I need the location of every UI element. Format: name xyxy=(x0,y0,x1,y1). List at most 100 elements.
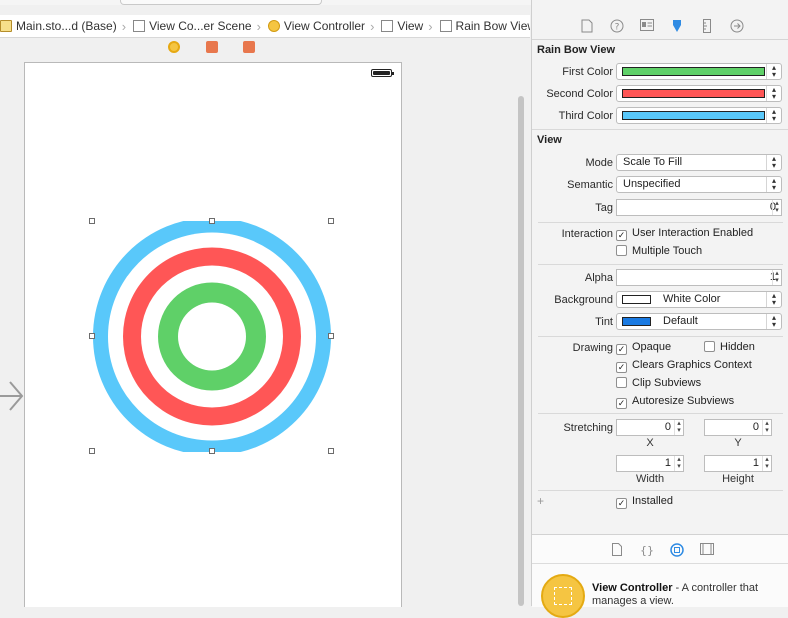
stretch-width-field[interactable]: 1 ▴ ▾ xyxy=(616,455,684,472)
library-item-title: View Controller xyxy=(592,582,673,594)
add-variation-button[interactable]: + xyxy=(537,494,544,508)
identity-inspector-icon[interactable] xyxy=(640,19,654,33)
storyboard-file-icon xyxy=(0,20,12,32)
section-divider xyxy=(532,129,788,130)
connections-inspector-icon[interactable] xyxy=(730,19,744,33)
section-divider xyxy=(538,264,783,265)
mode-popup[interactable]: Scale To Fill ▴ ▾ xyxy=(616,154,782,171)
checkbox-empty-icon xyxy=(616,245,627,256)
opaque-text: Opaque xyxy=(632,341,672,353)
entry-point-arrow-icon[interactable] xyxy=(0,376,24,416)
user-interaction-checkbox[interactable]: ✓ User Interaction Enabled xyxy=(616,227,753,241)
semantic-value: Unspecified xyxy=(623,178,681,190)
crumb-view[interactable]: View › xyxy=(381,19,437,34)
crumb-view-label: View xyxy=(397,19,424,33)
resize-handle-bottom-left[interactable] xyxy=(89,448,95,454)
third-color-popup[interactable]: ▴ ▾ xyxy=(616,107,782,124)
stretch-x-caption: X xyxy=(646,437,654,449)
second-color-popup[interactable]: ▴ ▾ xyxy=(616,85,782,102)
clip-subviews-text: Clip Subviews xyxy=(632,377,702,389)
field-stepper-icon[interactable]: ▴ ▾ xyxy=(772,270,781,285)
code-snippet-icon[interactable]: {} xyxy=(640,543,654,557)
stretch-height-value: 1 xyxy=(752,457,759,469)
crumb-scene-label: View Co...er Scene xyxy=(149,19,252,33)
stretch-y-caption: Y xyxy=(734,437,742,449)
checkbox-empty-icon xyxy=(616,377,627,388)
field-stepper-icon[interactable]: ▴ ▾ xyxy=(762,420,771,435)
stretch-y-field[interactable]: 0 ▴ ▾ xyxy=(704,419,772,436)
popup-stepper-icon: ▴ ▾ xyxy=(766,177,781,192)
second-color-label: Second Color xyxy=(546,88,613,100)
resize-handle-bottom[interactable] xyxy=(209,448,215,454)
checkmark-icon: ✓ xyxy=(616,498,627,509)
file-inspector-icon[interactable] xyxy=(580,19,594,33)
first-color-popup[interactable]: ▴ ▾ xyxy=(616,63,782,80)
field-stepper-icon[interactable]: ▴ ▾ xyxy=(772,200,781,215)
object-library-icon[interactable] xyxy=(670,543,684,557)
first-color-swatch xyxy=(622,67,765,76)
section-divider xyxy=(538,413,783,414)
crumb-scene[interactable]: View Co...er Scene › xyxy=(133,19,266,34)
third-color-label: Third Color xyxy=(558,110,613,122)
checkmark-icon: ✓ xyxy=(616,344,627,355)
tint-popup[interactable]: Default ▴ ▾ xyxy=(616,313,782,330)
popup-stepper-icon: ▴ ▾ xyxy=(766,292,781,307)
resize-handle-top-left[interactable] xyxy=(89,218,95,224)
section-divider xyxy=(538,222,783,223)
checkmark-icon: ✓ xyxy=(616,230,627,241)
tint-label: Tint xyxy=(595,316,613,328)
autoresize-subviews-checkbox[interactable]: ✓ Autoresize Subviews xyxy=(616,395,734,409)
hidden-checkbox[interactable]: Hidden xyxy=(704,341,755,353)
scrollbar-thumb[interactable] xyxy=(518,96,524,606)
svg-text:?: ? xyxy=(615,23,620,33)
chevron-right-icon: › xyxy=(256,18,261,34)
background-label: Background xyxy=(554,294,613,306)
background-popup[interactable]: White Color ▴ ▾ xyxy=(616,291,782,308)
multiple-touch-checkbox[interactable]: Multiple Touch xyxy=(616,245,702,257)
clip-subviews-checkbox[interactable]: Clip Subviews xyxy=(616,377,701,389)
resize-handle-bottom-right[interactable] xyxy=(328,448,334,454)
canvas-scrollbar[interactable] xyxy=(516,96,524,606)
installed-checkbox[interactable]: ✓ Installed xyxy=(616,495,673,509)
hidden-text: Hidden xyxy=(720,341,755,353)
clears-graphics-checkbox[interactable]: ✓ Clears Graphics Context xyxy=(616,359,752,373)
stretch-x-value: 0 xyxy=(664,421,671,433)
crumb-storyboard[interactable]: Main.sto...d (Base) › xyxy=(0,19,131,34)
media-library-icon[interactable] xyxy=(700,543,714,557)
size-inspector-icon[interactable] xyxy=(700,19,714,33)
alpha-field[interactable]: 1 ▴ ▾ xyxy=(616,269,782,286)
library-panel: {} View Controller - A controller that m… xyxy=(532,534,788,618)
library-tabs: {} xyxy=(532,541,788,561)
tag-field[interactable]: 0 ▴ ▾ xyxy=(616,199,782,216)
field-stepper-icon[interactable]: ▴ ▾ xyxy=(674,420,683,435)
resize-handle-left[interactable] xyxy=(89,333,95,339)
exit-icon[interactable] xyxy=(243,41,255,53)
crumb-rainbow-view[interactable]: Rain Bow View xyxy=(439,19,530,33)
stretch-height-field[interactable]: 1 ▴ ▾ xyxy=(704,455,772,472)
crumb-view-controller[interactable]: View Controller › xyxy=(267,19,380,34)
battery-icon xyxy=(371,69,394,77)
view-controller-icon xyxy=(267,20,280,32)
opaque-checkbox[interactable]: ✓ Opaque xyxy=(616,341,671,355)
rainbow-view[interactable] xyxy=(89,218,334,454)
scene-dock xyxy=(167,38,257,56)
quick-help-icon[interactable]: ? xyxy=(610,19,624,33)
resize-handle-right[interactable] xyxy=(328,333,334,339)
toolbar-segment xyxy=(120,0,322,5)
view-controller-icon[interactable] xyxy=(168,41,180,53)
field-stepper-icon[interactable]: ▴ ▾ xyxy=(762,456,771,471)
stretch-x-field[interactable]: 0 ▴ ▾ xyxy=(616,419,684,436)
tint-value: Default xyxy=(663,315,698,327)
view-controller-library-icon[interactable] xyxy=(541,574,585,618)
tint-swatch xyxy=(622,317,651,326)
first-responder-icon[interactable] xyxy=(206,41,218,53)
resize-handle-top-right[interactable] xyxy=(328,218,334,224)
resize-handle-top[interactable] xyxy=(209,218,215,224)
crumb-storyboard-label: Main.sto...d (Base) xyxy=(16,19,117,33)
library-item-description[interactable]: View Controller - A controller that mana… xyxy=(592,582,782,608)
file-template-icon[interactable] xyxy=(610,543,624,557)
field-stepper-icon[interactable]: ▴ ▾ xyxy=(674,456,683,471)
mode-label: Mode xyxy=(585,157,613,169)
semantic-popup[interactable]: Unspecified ▴ ▾ xyxy=(616,176,782,193)
attributes-inspector-icon[interactable] xyxy=(670,19,684,33)
